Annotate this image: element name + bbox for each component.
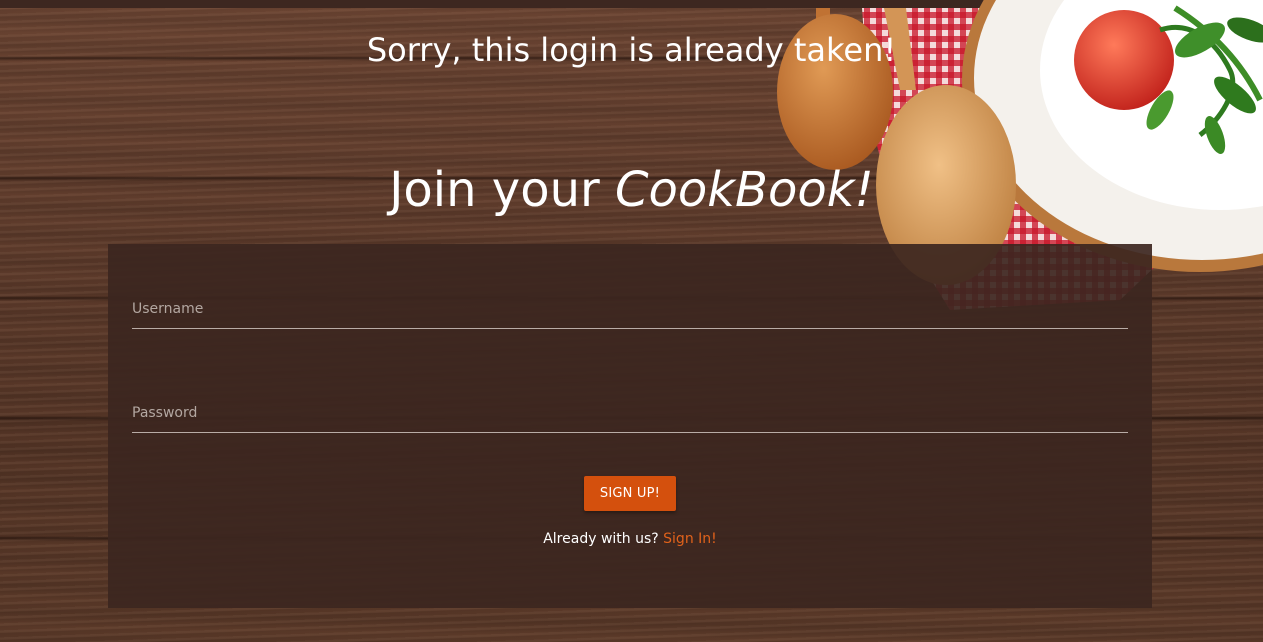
brand-name: CookBook! bbox=[614, 162, 874, 218]
page-title: Join your CookBook! bbox=[0, 160, 1263, 220]
signin-link[interactable]: Sign In! bbox=[663, 531, 717, 547]
signup-button[interactable]: SIGN UP! bbox=[584, 476, 676, 511]
signin-prompt: Already with us? Sign In! bbox=[108, 530, 1152, 548]
page-title-prefix: Join your bbox=[389, 162, 615, 218]
password-field-wrapper bbox=[132, 396, 1128, 433]
username-input[interactable] bbox=[132, 292, 1128, 326]
signup-form: SIGN UP! Already with us? Sign In! bbox=[108, 244, 1152, 608]
username-field-wrapper bbox=[132, 292, 1128, 329]
signin-prompt-text: Already with us? bbox=[543, 531, 659, 547]
error-message: Sorry, this login is already taken! bbox=[366, 31, 897, 69]
password-input[interactable] bbox=[132, 396, 1128, 430]
